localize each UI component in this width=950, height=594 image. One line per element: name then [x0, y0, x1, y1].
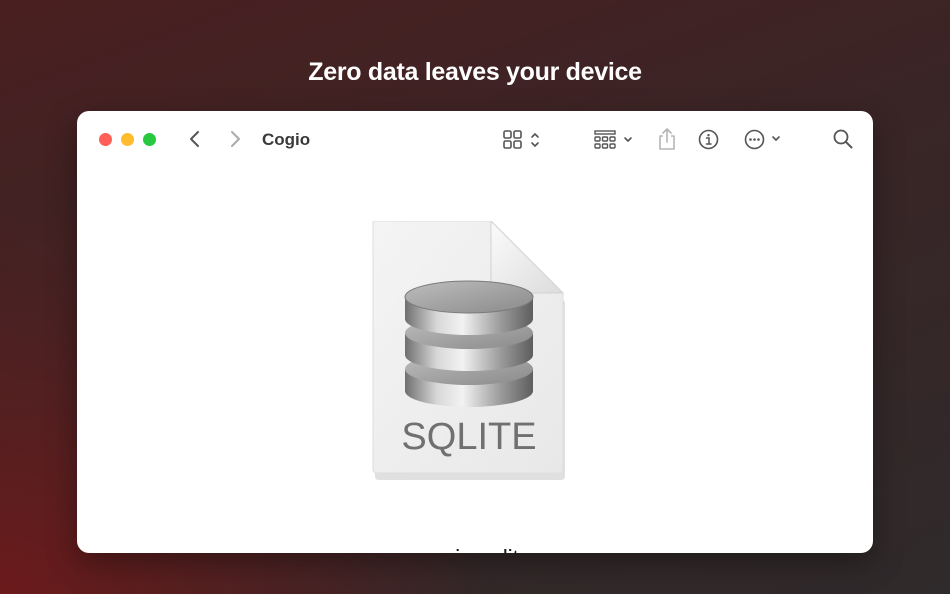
window-toolbar: Cogio [77, 111, 873, 167]
database-document-icon[interactable]: SQLITE [367, 221, 577, 481]
minimize-window-button[interactable] [121, 133, 134, 146]
share-icon[interactable] [657, 127, 677, 151]
window-title: Cogio [262, 130, 311, 149]
info-icon[interactable] [698, 129, 719, 150]
group-by-icon[interactable] [594, 130, 636, 150]
file-name[interactable]: cogio.sqlite [77, 545, 873, 553]
close-window-button[interactable] [99, 133, 112, 146]
back-chevron-icon[interactable] [185, 129, 205, 149]
file-browser-content: SQLITE cogio.sqlite [77, 167, 873, 553]
zoom-window-button[interactable] [143, 133, 156, 146]
search-icon[interactable] [833, 129, 853, 149]
finder-window: Cogio SQLITE [77, 111, 873, 553]
file-type-label: SQLITE [401, 416, 536, 458]
headline: Zero data leaves your device [308, 58, 642, 86]
grid-view-icon[interactable] [503, 130, 545, 150]
forward-chevron-icon[interactable] [225, 129, 245, 149]
more-actions-icon[interactable] [744, 129, 784, 150]
